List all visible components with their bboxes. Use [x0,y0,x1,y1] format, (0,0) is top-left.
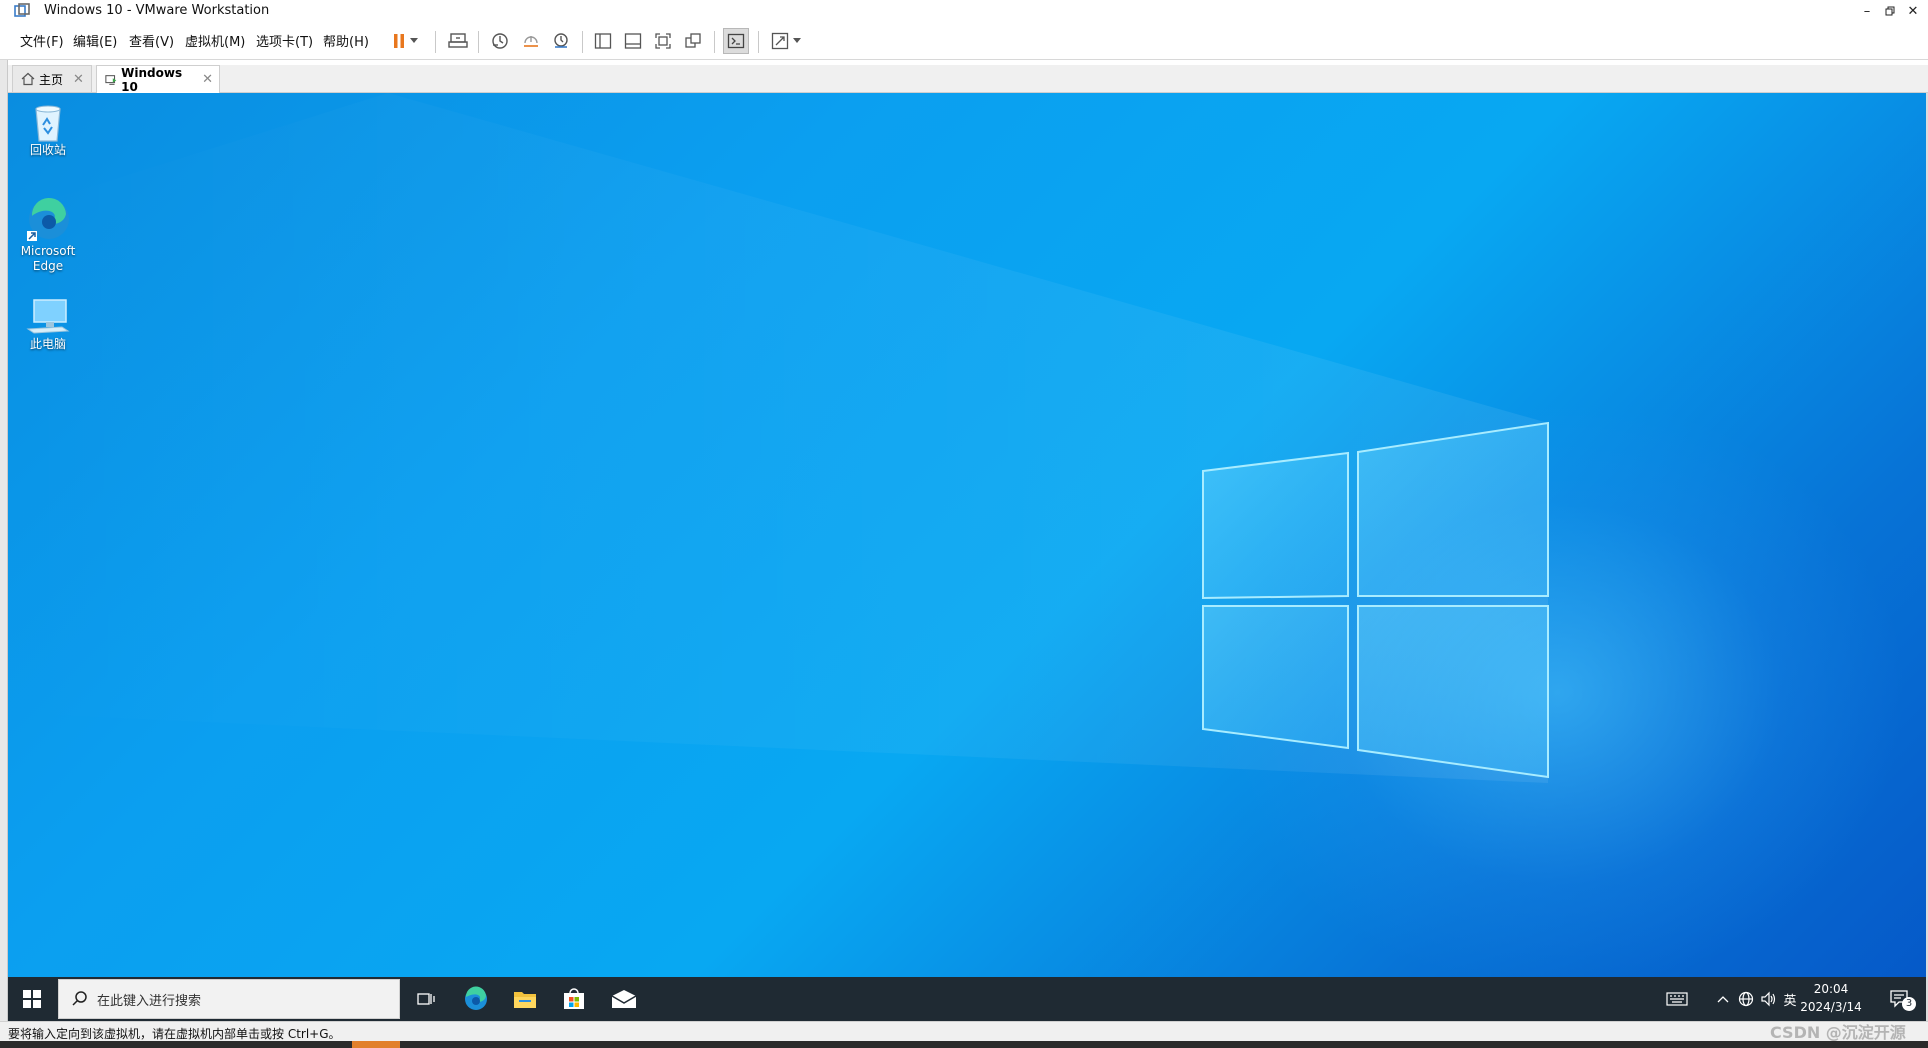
close-icon[interactable]: ✕ [1902,0,1924,22]
menu-file[interactable]: 文件(F) [20,31,64,50]
toolbar-separator [435,31,436,53]
watermark: CSDN @沉淀开源 [1770,1023,1906,1042]
desktop-icon-label: Microsoft [20,244,76,258]
start-button[interactable] [8,977,56,1021]
clock-time: 20:04 [1813,982,1849,996]
host-taskbar-accent [352,1041,400,1048]
tab-home[interactable]: 主页 ✕ [12,65,92,92]
menu-help[interactable]: 帮助(H) [323,31,369,50]
this-pc-icon [26,299,70,334]
desktop-icon-edge[interactable]: Microsoft Edge [8,196,88,274]
notification-count-badge: 3 [1902,997,1916,1011]
guest-taskbar: 在此键入进行搜索 英 20:04 2024/3/14 3 [8,977,1926,1021]
tab-windows-10[interactable]: Windows 10 ✕ [96,65,220,94]
menu-toolbar-bar: 文件(F) 编辑(E) 查看(V) 虚拟机(M) 选项卡(T) 帮助(H) [0,22,1928,60]
restore-icon[interactable] [1879,0,1901,22]
edge-icon [27,197,69,241]
vm-display[interactable]: 回收站 Microsoft Edge 此电脑 [8,93,1926,1021]
taskbar-clock[interactable]: 20:04 2024/3/14 [1793,980,1869,1016]
mail-icon[interactable] [608,983,640,1015]
toolbar-separator [582,31,583,53]
search-placeholder: 在此键入进行搜索 [97,993,202,1009]
console-view-icon[interactable] [723,28,749,54]
desktop-icon-label: 此电脑 [29,337,66,351]
volume-icon[interactable] [1758,977,1780,1021]
action-center-button[interactable]: 3 [1882,977,1918,1021]
desktop-icon-recycle-bin[interactable]: 回收站 [8,101,88,158]
dropdown-arrow-icon[interactable] [790,28,804,54]
menu-edit[interactable]: 编辑(E) [73,31,117,50]
task-view-icon[interactable] [410,983,442,1015]
left-sidebar-collapsed[interactable] [0,60,8,1030]
dropdown-arrow-icon[interactable] [407,28,421,54]
unity-icon[interactable] [680,28,706,54]
desktop-icon-label: Edge [32,259,64,273]
toolbar-separator [758,31,759,53]
toolbar-separator [478,31,479,53]
thumbnail-bar-icon[interactable] [620,28,646,54]
vmware-window: Windows 10 - VMware Workstation – ✕ 文件(F… [0,0,1928,1048]
snapshot-manager-icon[interactable] [548,28,574,54]
tab-bar: 主页 ✕ Windows 10 ✕ [8,65,1928,94]
chevron-up-icon[interactable] [1714,977,1732,1021]
keyboard-icon[interactable] [1662,977,1692,1021]
file-explorer-icon[interactable] [509,983,541,1015]
minimize-icon[interactable]: – [1856,0,1878,22]
tab-label: Windows 10 [121,65,183,94]
toolbar-separator [714,31,715,53]
library-view-icon[interactable] [590,28,616,54]
status-message: 要将输入定向到该虚拟机，请在虚拟机内部单击或按 Ctrl+G。 [8,1027,341,1041]
title-bar: Windows 10 - VMware Workstation – ✕ [0,0,1928,22]
vm-icon [105,74,117,85]
send-ctrl-alt-del-icon[interactable] [445,28,471,54]
taskbar-search-box[interactable]: 在此键入进行搜索 [58,979,400,1019]
windows-logo-wallpaper [8,93,1549,783]
full-screen-icon[interactable] [650,28,676,54]
edge-icon[interactable] [460,983,492,1015]
menu-tabs[interactable]: 选项卡(T) [256,31,313,50]
menu-view[interactable]: 查看(V) [129,31,174,50]
desktop-icon-label: 回收站 [29,143,66,157]
status-bar: 要将输入定向到该虚拟机，请在虚拟机内部单击或按 Ctrl+G。 [0,1021,1928,1041]
home-icon [21,72,35,86]
network-icon[interactable] [1735,977,1757,1021]
menu-vm[interactable]: 虚拟机(M) [185,31,245,50]
snapshot-icon[interactable] [487,28,513,54]
close-tab-icon[interactable]: ✕ [202,72,213,87]
recycle-bin-icon [35,105,61,142]
clock-date: 2024/3/14 [1800,1000,1862,1014]
vmware-app-icon [14,3,30,17]
close-tab-icon[interactable]: ✕ [73,72,84,87]
host-taskbar-edge [0,1041,1928,1048]
windows-start-icon [23,990,41,1008]
window-title: Windows 10 - VMware Workstation [44,3,270,18]
revert-snapshot-icon[interactable] [518,28,544,54]
store-icon[interactable] [558,983,590,1015]
search-icon [72,991,87,1006]
desktop-icon-this-pc[interactable]: 此电脑 [8,297,88,352]
tab-label: 主页 [39,72,64,87]
